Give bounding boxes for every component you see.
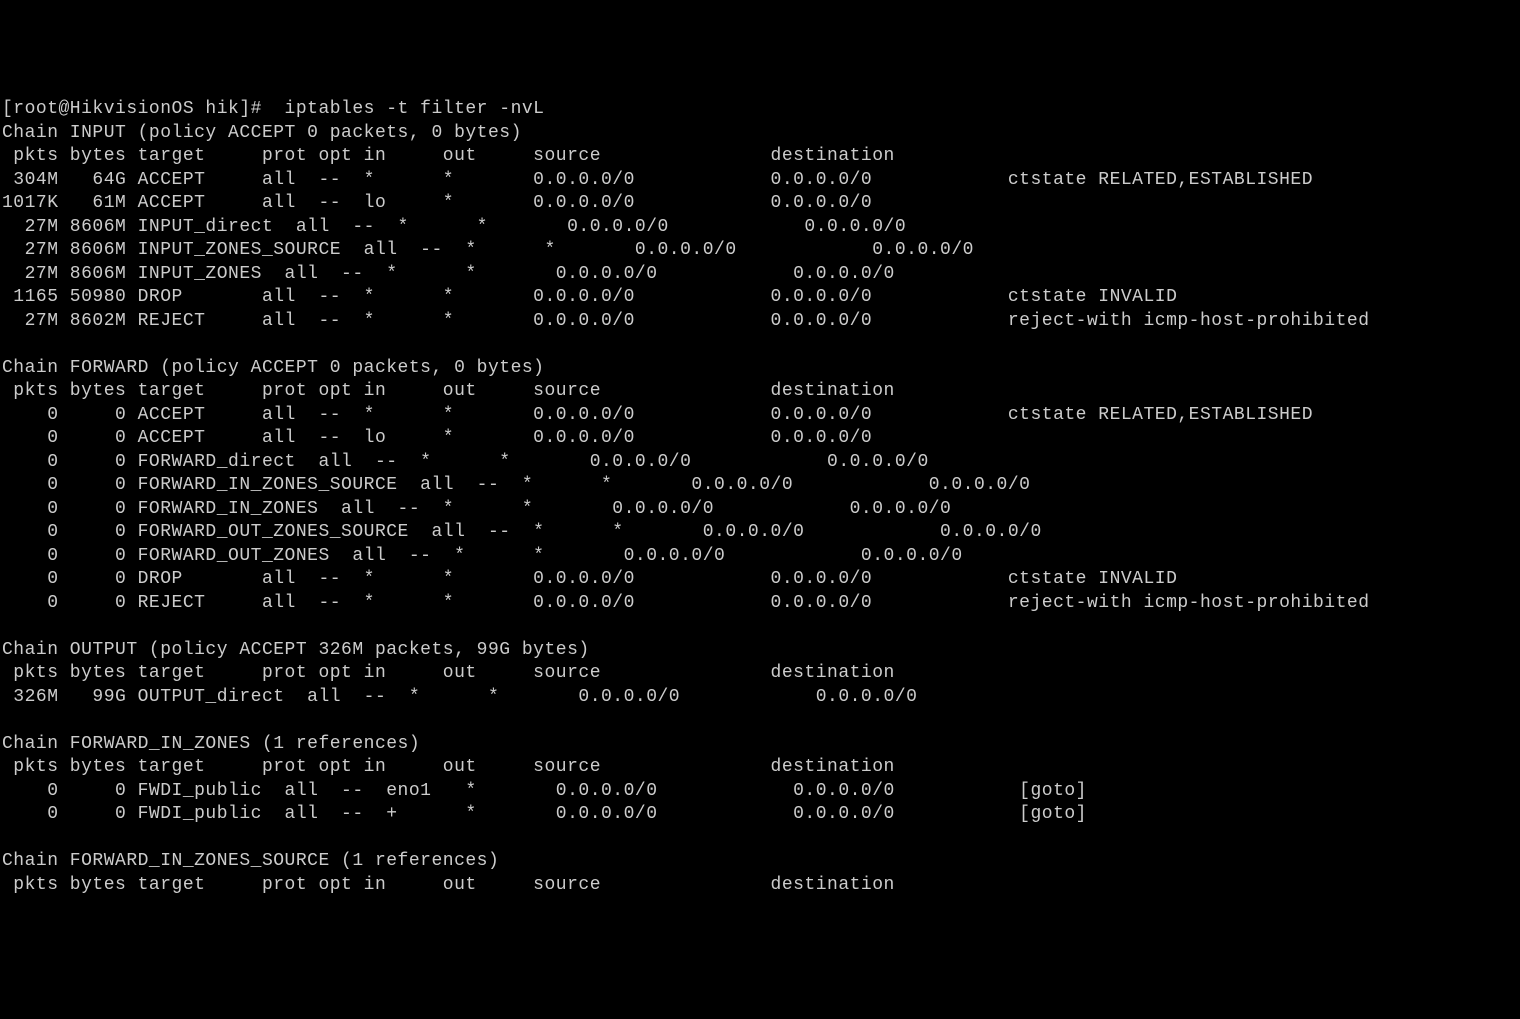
shell-prompt-line: [root@HikvisionOS hik]# iptables -t filt… [2,99,544,119]
rule-line: 0 0 ACCEPT all -- lo * 0.0.0.0/0 0.0.0.0… [2,428,997,448]
rule-line: 1165 50980 DROP all -- * * 0.0.0.0/0 0.0… [2,287,1177,307]
rule-line: 0 0 REJECT all -- * * 0.0.0.0/0 0.0.0.0/… [2,593,1370,613]
column-header: pkts bytes target prot opt in out source… [2,381,997,401]
rule-line: 1017K 61M ACCEPT all -- lo * 0.0.0.0/0 0… [2,193,997,213]
rule-line: 0 0 FORWARD_IN_ZONES all -- * * 0.0.0.0/… [2,499,1076,519]
terminal-output[interactable]: [root@HikvisionOS hik]# iptables -t filt… [0,94,1520,901]
rule-line: 326M 99G OUTPUT_direct all -- * * 0.0.0.… [2,687,1042,707]
chain-header: Chain INPUT (policy ACCEPT 0 packets, 0 … [2,123,522,143]
rule-line: 0 0 FORWARD_OUT_ZONES_SOURCE all -- * * … [2,522,1166,542]
rule-line: 0 0 FORWARD_direct all -- * * 0.0.0.0/0 … [2,452,1053,472]
column-header: pkts bytes target prot opt in out source… [2,875,997,895]
rule-line: 0 0 ACCEPT all -- * * 0.0.0.0/0 0.0.0.0/… [2,405,1313,425]
rule-line: 27M 8606M INPUT_direct all -- * * 0.0.0.… [2,217,1030,237]
chain-header: Chain FORWARD (policy ACCEPT 0 packets, … [2,358,544,378]
chain-header: Chain FORWARD_IN_ZONES_SOURCE (1 referen… [2,851,499,871]
rule-line: 27M 8606M INPUT_ZONES all -- * * 0.0.0.0… [2,264,1019,284]
rule-line: 27M 8602M REJECT all -- * * 0.0.0.0/0 0.… [2,311,1370,331]
rule-line: 0 0 FORWARD_OUT_ZONES all -- * * 0.0.0.0… [2,546,1087,566]
chain-header: Chain OUTPUT (policy ACCEPT 326M packets… [2,640,590,660]
rule-line: 0 0 FWDI_public all -- eno1 * 0.0.0.0/0 … [2,781,1098,801]
rule-line: 304M 64G ACCEPT all -- * * 0.0.0.0/0 0.0… [2,170,1313,190]
column-header: pkts bytes target prot opt in out source… [2,663,997,683]
chain-header: Chain FORWARD_IN_ZONES (1 references) [2,734,420,754]
rule-line: 27M 8606M INPUT_ZONES_SOURCE all -- * * … [2,240,1098,260]
column-header: pkts bytes target prot opt in out source… [2,757,997,777]
column-header: pkts bytes target prot opt in out source… [2,146,997,166]
rule-line: 0 0 FWDI_public all -- + * 0.0.0.0/0 0.0… [2,804,1098,824]
rule-line: 0 0 DROP all -- * * 0.0.0.0/0 0.0.0.0/0 … [2,569,1177,589]
rule-line: 0 0 FORWARD_IN_ZONES_SOURCE all -- * * 0… [2,475,1155,495]
